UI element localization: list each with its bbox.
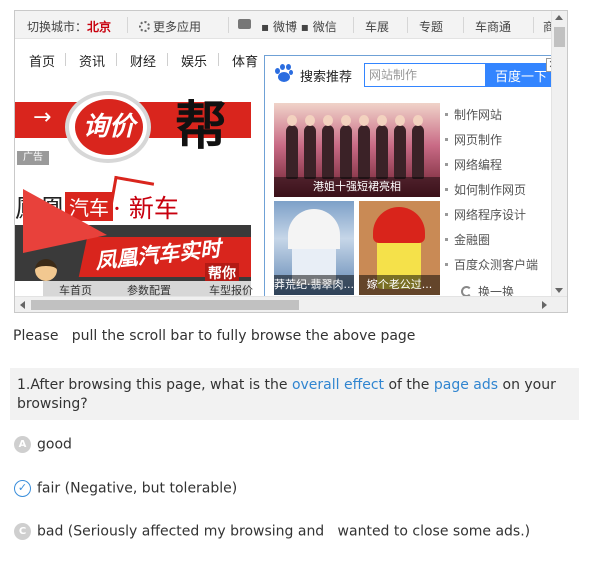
question-highlight: overall effect (291, 377, 385, 393)
divider (228, 17, 229, 33)
figure-hair (373, 207, 425, 243)
site-top-bar: 切换城市：北京 更多应用 ▪ 微博 ▪ 微信 车展 专题 车商通 商 (15, 11, 567, 39)
figure (412, 115, 424, 179)
nav-item-sports[interactable]: 体育 (232, 51, 258, 70)
nav-item-home[interactable]: 首页 (29, 51, 55, 70)
recommendation-item[interactable]: 金融圈 (445, 231, 563, 256)
ad-circle-text: 询价 (75, 99, 143, 155)
scroll-down-arrow-icon[interactable] (555, 288, 563, 293)
divider (167, 53, 168, 66)
figure (286, 115, 298, 179)
figure (340, 115, 352, 179)
megaphone-icon (23, 189, 107, 253)
inquiry-ad-banner[interactable]: → 询价 帮 (15, 91, 251, 173)
question-highlight: page ads (433, 377, 499, 393)
car-tabs: 车首页 参数配置 车型报价 (43, 281, 253, 297)
news-thumbnail-b[interactable]: 嫁个老公过... (359, 201, 440, 295)
nav-item-finance[interactable]: 财经 (130, 51, 156, 70)
divider (463, 17, 464, 33)
thumbnail-caption: 莽荒纪·翡翠肉... (274, 275, 354, 295)
cheshang-link[interactable]: 车商通 (475, 18, 511, 35)
more-apps-label: 更多应用 (153, 20, 202, 34)
scroll-right-arrow-icon[interactable] (542, 301, 547, 309)
option-a-badge: A (14, 436, 31, 453)
horizontal-scrollbar[interactable] (15, 296, 567, 312)
figure (376, 115, 388, 179)
news-thumbnail-main[interactable]: 港姐十强短裙亮相 (274, 103, 440, 197)
popup-title: 搜索推荐 (300, 70, 353, 85)
figure (358, 115, 370, 179)
divider (533, 17, 534, 33)
thumbnail-caption: 港姐十强短裙亮相 (274, 177, 440, 197)
sound-rays-icon (107, 175, 155, 223)
recommendation-item[interactable]: 百度众测客户端 (445, 256, 563, 281)
vertical-scrollbar[interactable] (551, 11, 567, 297)
embedded-webpage: 切换城市：北京 更多应用 ▪ 微博 ▪ 微信 车展 专题 车商通 商 首页 资讯… (14, 10, 568, 313)
recommendation-item[interactable]: 如何制作网页 (445, 181, 563, 206)
city-switcher-label: 切换城市： (27, 20, 88, 34)
ad-headline: 帮 (175, 97, 227, 157)
person-avatar-icon (35, 259, 57, 281)
divider (127, 17, 128, 33)
divider (65, 53, 66, 66)
gear-icon (139, 21, 150, 32)
recommendation-item[interactable]: 制作网站 (445, 106, 563, 131)
vertical-scroll-thumb[interactable] (554, 27, 565, 47)
popup-header: 搜索推荐 百度一下 ✕ (265, 56, 563, 87)
option-label: good (37, 436, 72, 453)
figure-hair (288, 209, 340, 249)
search-recommend-popup: 搜索推荐 百度一下 ✕ 港姐十强短裙亮相 莽荒纪·翡翠肉... 嫁个老公过... (264, 55, 564, 299)
nav-item-news[interactable]: 资讯 (79, 51, 105, 70)
option-c-badge: C (14, 523, 31, 540)
scroll-instruction: Please pull the scroll bar to fully brow… (13, 328, 416, 344)
ad-label-badge: 广告 (17, 151, 49, 165)
recommendation-item[interactable]: 网络编程 (445, 156, 563, 181)
thumbnail-caption: 嫁个老公过... (359, 275, 440, 295)
option-label: fair (Negative, but tolerable) (37, 480, 238, 497)
question-text: 1.After browsing this page, what is the … (10, 368, 579, 420)
scroll-up-arrow-icon[interactable] (555, 15, 563, 20)
option-fair[interactable]: ✓ fair (Negative, but tolerable) (14, 480, 237, 502)
recommendation-item[interactable]: 网页制作 (445, 131, 563, 156)
zhuanti-link[interactable]: 专题 (419, 18, 443, 35)
city-switcher[interactable]: 切换城市：北京 (27, 18, 111, 35)
question-prefix: 1.After browsing this page, what is the (17, 377, 292, 393)
divider (353, 17, 354, 33)
baidu-paw-icon (275, 64, 293, 82)
divider (407, 17, 408, 33)
option-good[interactable]: Agood (14, 436, 72, 458)
figure (304, 115, 316, 179)
recommendation-list: 制作网站 网页制作 网络编程 如何制作网页 网络程序设计 金融圈 百度众测客户端 (445, 106, 563, 281)
chat-bubble-icon (238, 19, 251, 29)
divider (116, 53, 117, 66)
divider (218, 53, 219, 66)
horizontal-scroll-thumb[interactable] (31, 300, 299, 310)
option-label: bad (Seriously affected my browsing and … (37, 523, 531, 540)
figure (394, 115, 406, 179)
recommendation-item[interactable]: 网络程序设计 (445, 206, 563, 231)
news-thumbnail-a[interactable]: 莽荒纪·翡翠肉... (274, 201, 354, 295)
arrow-right-icon: → (33, 105, 52, 130)
chezhan-link[interactable]: 车展 (365, 18, 389, 35)
banner-subtext: 帮你 (205, 263, 239, 281)
city-value: 北京 (87, 20, 112, 34)
nav-item-entertainment[interactable]: 娱乐 (181, 51, 207, 70)
question-middle: of the (384, 377, 434, 393)
more-apps-link[interactable]: 更多应用 (139, 18, 201, 35)
search-input[interactable] (364, 63, 486, 87)
weibo-weixin-link[interactable]: ▪ 微博 ▪ 微信 (261, 18, 337, 35)
checkmark-icon: ✓ (14, 480, 31, 497)
scroll-left-arrow-icon[interactable] (20, 301, 25, 309)
figure (322, 115, 334, 179)
option-bad[interactable]: Cbad (Seriously affected my browsing and… (14, 523, 530, 545)
